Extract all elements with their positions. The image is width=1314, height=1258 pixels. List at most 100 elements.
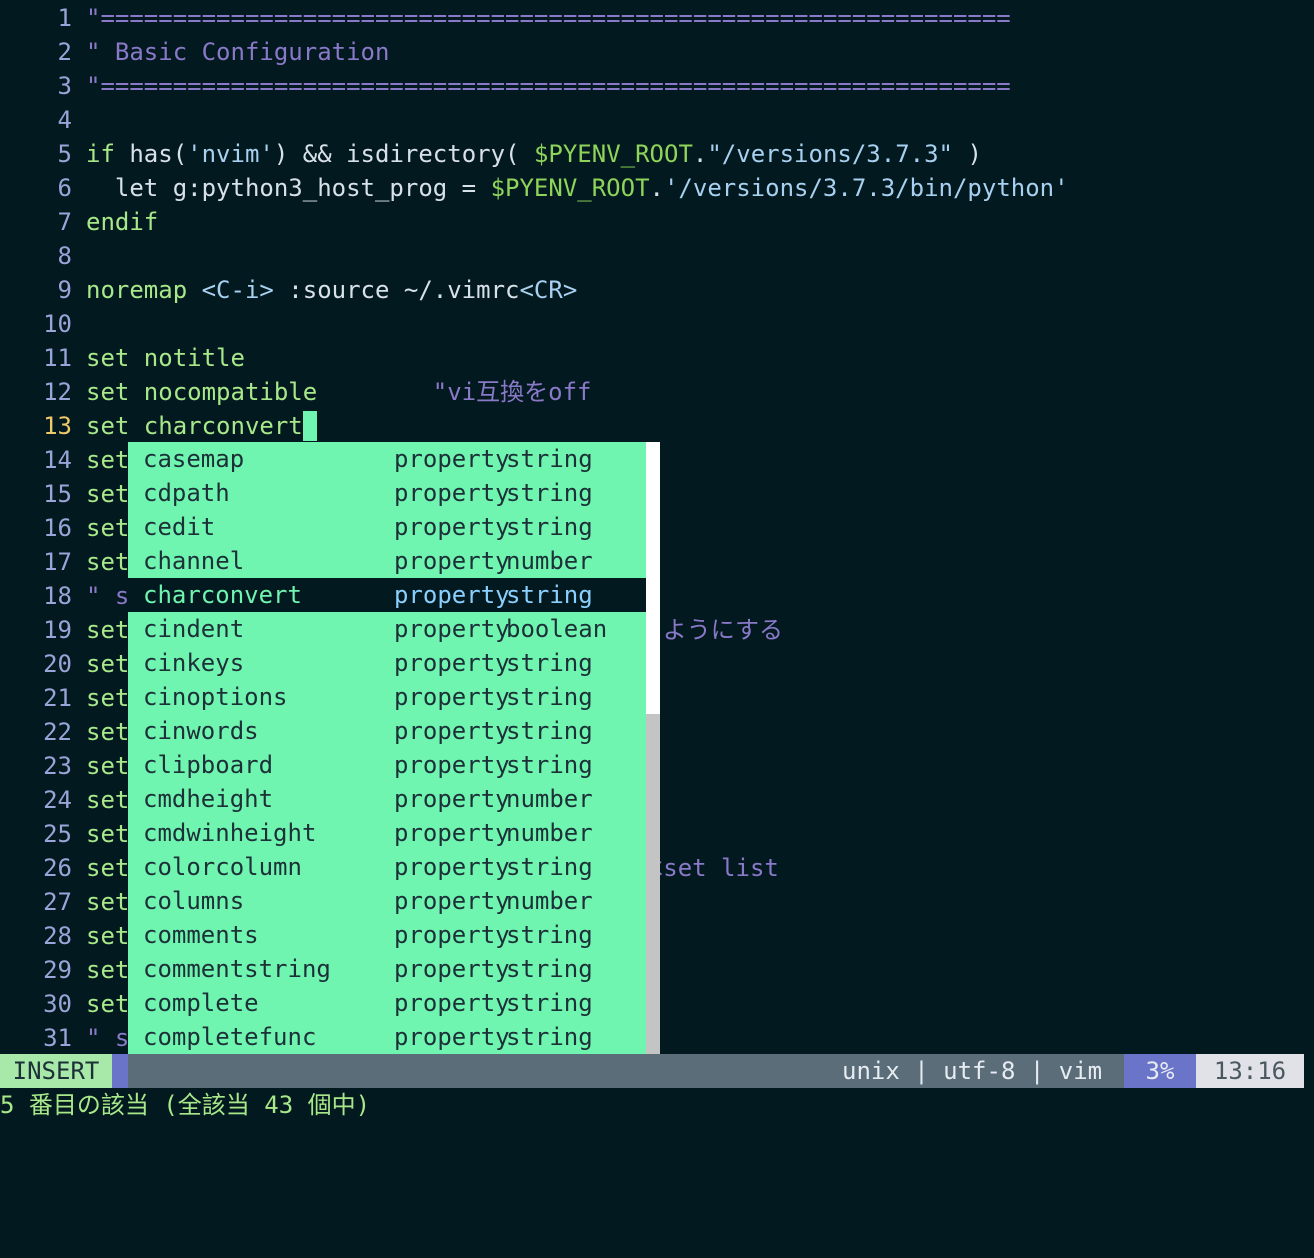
code-line[interactable]: 12 set nocompatible "vi互換をoff	[0, 375, 1314, 409]
completion-type: string	[506, 921, 593, 949]
completion-name: cmdheight	[143, 785, 274, 813]
code-token: set	[86, 718, 130, 746]
line-number: 5	[57, 140, 72, 168]
code-token: set	[86, 888, 130, 916]
completion-name: cindent	[143, 615, 245, 643]
line-number: 18	[43, 582, 72, 610]
completion-item[interactable]: completefunc property string	[128, 1020, 646, 1054]
code-line[interactable]: 4	[0, 103, 1314, 137]
completion-item[interactable]: comments property string	[128, 918, 646, 952]
code-token: " s	[86, 1024, 130, 1052]
completion-name: colorcolumn	[143, 853, 302, 881]
code-line[interactable]: 6 let g:python3_host_prog = $PYENV_ROOT.…	[0, 171, 1314, 205]
completion-item[interactable]: cedit property string	[128, 510, 646, 544]
status-separator	[112, 1054, 128, 1088]
completion-type: number	[506, 887, 593, 915]
completion-item[interactable]: commentstring property string	[128, 952, 646, 986]
completion-item[interactable]: cdpath property string	[128, 476, 646, 510]
line-number: 11	[43, 344, 72, 372]
completion-type: number	[506, 547, 593, 575]
completion-kind: property	[394, 547, 510, 575]
completion-name: comments	[143, 921, 259, 949]
code-line[interactable]: 8	[0, 239, 1314, 273]
popup-scrollbar-thumb[interactable]	[646, 442, 660, 714]
code-text: set	[86, 647, 129, 681]
code-text: if has('nvim') && isdirectory( $PYENV_RO…	[86, 137, 982, 171]
completion-name: cinoptions	[143, 683, 288, 711]
code-line[interactable]: 5 if has('nvim') && isdirectory( $PYENV_R…	[0, 137, 1314, 171]
completion-kind: property	[394, 445, 510, 473]
line-number: 30	[43, 990, 72, 1018]
code-text: set	[86, 681, 129, 715]
completion-item[interactable]: cmdwinheight property number	[128, 816, 646, 850]
completion-name: cedit	[143, 513, 216, 541]
completion-item[interactable]: columns property number	[128, 884, 646, 918]
completion-item[interactable]: colorcolumn property string	[128, 850, 646, 884]
line-number: 22	[43, 718, 72, 746]
mode-indicator: INSERT	[0, 1054, 112, 1088]
line-number: 1	[57, 4, 72, 32]
code-token: set	[86, 820, 130, 848]
code-line[interactable]: 10	[0, 307, 1314, 341]
line-number: 9	[57, 276, 72, 304]
file-info: unix | utf-8 | vim	[842, 1057, 1103, 1085]
code-line[interactable]: 9 noremap <C-i> :source ~/.vimrc<CR>	[0, 273, 1314, 307]
code-token: $PYENV_ROOT	[533, 140, 693, 168]
completion-item[interactable]: clipboard property string	[128, 748, 646, 782]
completion-item[interactable]: casemap property string	[128, 442, 646, 476]
completion-type: string	[506, 1023, 593, 1051]
completion-name: charconvert	[143, 581, 302, 609]
line-number: 15	[43, 480, 72, 508]
completion-type: string	[506, 853, 593, 881]
code-token: " Basic Configuration	[86, 38, 390, 66]
completion-popup[interactable]: casemap property string cdpath property strin…	[128, 442, 646, 1088]
line-number: 13	[43, 412, 72, 440]
code-token: set	[86, 616, 130, 644]
code-token: set	[86, 548, 130, 576]
completion-kind: property	[394, 853, 510, 881]
completion-name: cmdwinheight	[143, 819, 317, 847]
code-token: set	[86, 990, 130, 1018]
code-line[interactable]: 3 "======================================…	[0, 69, 1314, 103]
line-number: 27	[43, 888, 72, 916]
code-token: <C-i>	[201, 276, 274, 304]
code-line[interactable]: 2 " Basic Configuration	[0, 35, 1314, 69]
code-token: .	[692, 140, 708, 168]
completion-item[interactable]: complete property string	[128, 986, 646, 1020]
completion-item[interactable]: cinoptions property string	[128, 680, 646, 714]
completion-type: string	[506, 649, 593, 677]
completion-type: number	[506, 819, 593, 847]
code-text: set charconvert	[86, 409, 317, 443]
line-number: 16	[43, 514, 72, 542]
completion-item[interactable]: cmdheight property number	[128, 782, 646, 816]
code-token: set	[86, 412, 144, 440]
completion-name: columns	[143, 887, 245, 915]
code-line[interactable]: 11 set notitle	[0, 341, 1314, 375]
line-number: 7	[57, 208, 72, 236]
line-number: 28	[43, 922, 72, 950]
completion-kind: property	[394, 921, 510, 949]
code-token: set	[86, 650, 130, 678]
line-number: 24	[43, 786, 72, 814]
line-number: 21	[43, 684, 72, 712]
code-text: let g:python3_host_prog = $PYENV_ROOT.'/…	[86, 171, 1069, 205]
completion-item[interactable]: charconvert property string	[128, 578, 646, 612]
cursor-position: 13:16	[1196, 1054, 1304, 1088]
code-token: set	[86, 446, 130, 474]
line-number: 6	[57, 174, 72, 202]
code-line[interactable]: 13 set charconvert	[0, 409, 1314, 443]
completion-kind: property	[394, 955, 510, 983]
line-number: 8	[57, 242, 72, 270]
completion-item[interactable]: cindent property boolean	[128, 612, 646, 646]
code-token: noremap	[86, 276, 202, 304]
completion-item[interactable]: cinwords property string	[128, 714, 646, 748]
completion-item[interactable]: channel property number	[128, 544, 646, 578]
completion-type: boolean	[506, 615, 608, 643]
completion-type: string	[506, 445, 593, 473]
code-token: let g:python3_host_prog =	[86, 174, 491, 202]
completion-type: string	[506, 955, 593, 983]
code-line[interactable]: 7 endif	[0, 205, 1314, 239]
code-line[interactable]: 1 "======================================…	[0, 1, 1314, 35]
completion-kind: property	[394, 887, 510, 915]
completion-item[interactable]: cinkeys property string	[128, 646, 646, 680]
